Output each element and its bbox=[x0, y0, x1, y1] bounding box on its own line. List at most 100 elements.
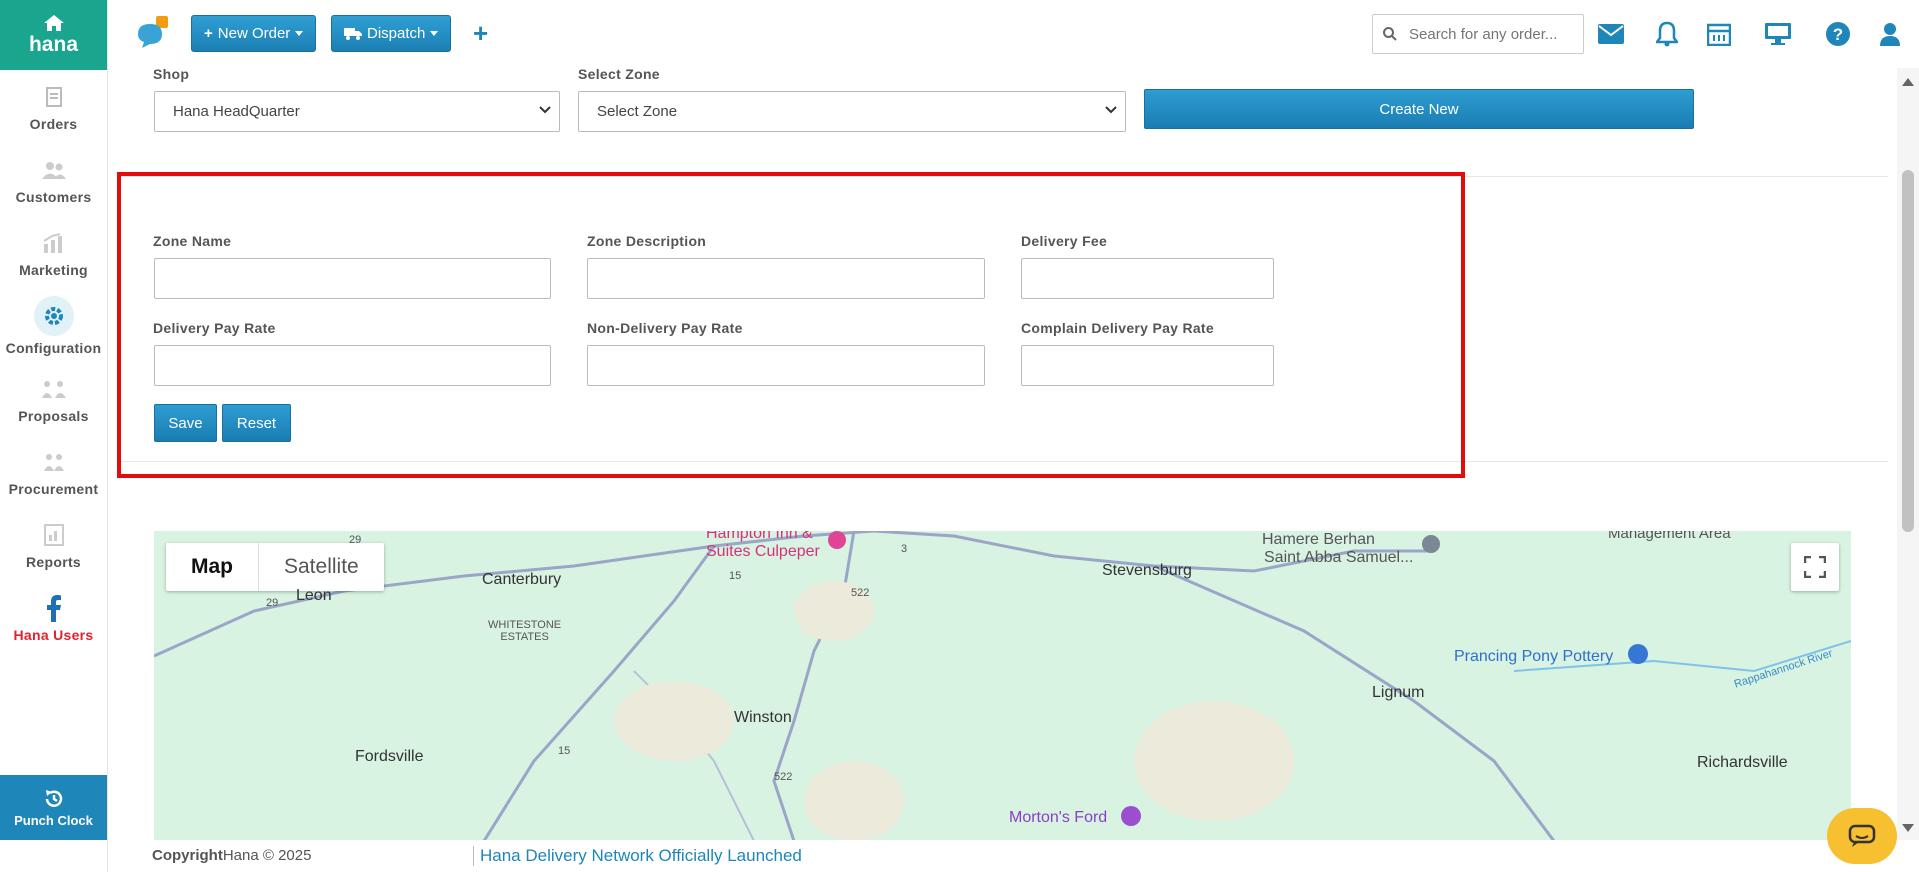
sidebar-item-label: Reports bbox=[26, 553, 81, 570]
proposals-icon bbox=[39, 374, 69, 404]
shop-select-value: Hana HeadQuarter bbox=[173, 103, 300, 120]
shopping-icon bbox=[1628, 644, 1648, 664]
envelope-icon[interactable] bbox=[1597, 20, 1625, 48]
sidebar-item-orders[interactable]: Orders bbox=[0, 70, 107, 143]
new-order-button[interactable]: + New Order bbox=[191, 15, 317, 52]
shop-label: Shop bbox=[153, 66, 190, 82]
home-icon bbox=[43, 15, 64, 31]
reports-icon bbox=[39, 520, 69, 550]
complain-delivery-pay-rate-input[interactable] bbox=[1021, 345, 1274, 386]
monitor-icon[interactable] bbox=[1764, 20, 1792, 48]
zone-select-value: Select Zone bbox=[597, 103, 678, 120]
bell-icon[interactable] bbox=[1653, 20, 1681, 48]
sidebar-item-reports[interactable]: Reports bbox=[0, 508, 107, 581]
orders-icon bbox=[39, 82, 69, 112]
chevron-down-icon bbox=[1105, 106, 1117, 114]
calendar-icon[interactable] bbox=[1705, 20, 1733, 48]
zone-description-input[interactable] bbox=[587, 258, 985, 299]
landmark-icon bbox=[1121, 806, 1141, 826]
route-label: 29 bbox=[349, 534, 362, 546]
help-icon[interactable]: ? bbox=[1824, 20, 1852, 48]
create-new-button[interactable]: Create New bbox=[1144, 89, 1694, 129]
chat-logo-icon[interactable] bbox=[136, 16, 170, 50]
shop-select[interactable]: Hana HeadQuarter bbox=[154, 91, 560, 132]
sidebar-item-configuration[interactable]: Configuration bbox=[0, 289, 107, 362]
map[interactable]: Map Satellite Canterbury Leon WHITESTONE… bbox=[154, 531, 1851, 841]
zone-form-highlight bbox=[117, 172, 1465, 478]
user-icon[interactable] bbox=[1876, 20, 1904, 48]
sidebar-item-proposals[interactable]: Proposals bbox=[0, 362, 107, 435]
marketing-icon bbox=[39, 228, 69, 258]
sidebar-item-label: Proposals bbox=[18, 407, 89, 424]
chat-icon bbox=[1848, 824, 1876, 847]
place-label: Leon bbox=[296, 587, 332, 604]
new-order-label: New Order bbox=[217, 25, 291, 42]
zone-label: Select Zone bbox=[578, 66, 660, 82]
fullscreen-icon bbox=[1804, 556, 1826, 578]
customers-icon bbox=[39, 155, 69, 185]
route-label: 3 bbox=[901, 543, 908, 555]
route-label: 522 bbox=[851, 587, 870, 599]
zone-select[interactable]: Select Zone bbox=[578, 91, 1126, 132]
configuration-icon bbox=[33, 295, 74, 336]
dispatch-button[interactable]: Dispatch bbox=[331, 15, 452, 52]
top-bar: + New Order Dispatch + ? bbox=[108, 0, 1919, 68]
satellite-tab[interactable]: Satellite bbox=[258, 543, 384, 591]
place-label: Winston bbox=[734, 709, 792, 726]
sidebar-item-customers[interactable]: Customers bbox=[0, 143, 107, 216]
save-button[interactable]: Save bbox=[154, 404, 217, 442]
non-delivery-pay-rate-input[interactable] bbox=[587, 345, 985, 386]
zone-name-input[interactable] bbox=[154, 258, 551, 299]
punch-clock-button[interactable]: Punch Clock bbox=[0, 775, 107, 840]
scroll-up-icon[interactable] bbox=[1902, 78, 1914, 86]
church-icon bbox=[1422, 535, 1440, 553]
clock-history-icon bbox=[45, 789, 62, 807]
delivery-fee-input[interactable] bbox=[1021, 258, 1274, 299]
sidebar-item-label: Configuration bbox=[5, 339, 102, 356]
non-delivery-pay-rate-label: Non-Delivery Pay Rate bbox=[587, 320, 743, 336]
place-label: Prancing Pony Pottery bbox=[1454, 648, 1614, 665]
sidebar-item-marketing[interactable]: Marketing bbox=[0, 216, 107, 289]
place-label: Hamere Berhan bbox=[1262, 531, 1375, 548]
sidebar-item-label: Marketing bbox=[19, 261, 88, 278]
plus-icon: + bbox=[204, 25, 213, 42]
footer: CopyrightHana © 2025 Hana Delivery Netwo… bbox=[108, 840, 1919, 872]
hotel-icon bbox=[828, 531, 846, 549]
delivery-pay-rate-input[interactable] bbox=[154, 345, 551, 386]
search-input[interactable] bbox=[1407, 24, 1581, 44]
map-tab[interactable]: Map bbox=[166, 543, 258, 591]
chevron-down-icon bbox=[539, 106, 551, 114]
brand-name: hana bbox=[28, 33, 78, 56]
route-label: 522 bbox=[774, 771, 793, 783]
place-label: Richardsville bbox=[1697, 754, 1788, 771]
map-roads bbox=[154, 531, 1851, 841]
sidebar-item-hana-users[interactable]: Hana Users bbox=[0, 581, 107, 654]
sidebar: hana Orders Customers Marketing Configur… bbox=[0, 0, 108, 872]
place-label: Saint Abba Samuel... bbox=[1264, 549, 1414, 566]
copyright-text: CopyrightHana © 2025 bbox=[152, 847, 312, 864]
dispatch-label: Dispatch bbox=[367, 25, 426, 42]
add-plus-icon[interactable]: + bbox=[473, 18, 488, 49]
page-scrollbar[interactable] bbox=[1897, 68, 1919, 840]
reset-button[interactable]: Reset bbox=[222, 404, 291, 442]
place-label: Management Area bbox=[1608, 531, 1731, 542]
caret-down-icon bbox=[295, 31, 304, 36]
scrollbar-thumb[interactable] bbox=[1902, 170, 1914, 532]
chat-support-button[interactable] bbox=[1827, 808, 1897, 864]
search-box bbox=[1372, 14, 1584, 54]
svg-text:?: ? bbox=[1833, 25, 1843, 44]
sidebar-item-procurement[interactable]: Procurement bbox=[0, 435, 107, 508]
route-label: 15 bbox=[729, 570, 742, 582]
home-logo[interactable]: hana bbox=[0, 0, 107, 70]
place-label: Morton's Ford bbox=[1009, 809, 1108, 826]
fullscreen-button[interactable] bbox=[1791, 543, 1839, 591]
map-type-toggle: Map Satellite bbox=[166, 543, 384, 591]
route-label: 15 bbox=[558, 745, 571, 757]
place-label: Stevensburg bbox=[1102, 562, 1192, 579]
complain-delivery-pay-rate-label: Complain Delivery Pay Rate bbox=[1021, 320, 1214, 336]
news-link[interactable]: Hana Delivery Network Officially Launche… bbox=[473, 846, 802, 866]
zone-name-label: Zone Name bbox=[153, 233, 232, 249]
route-label: 29 bbox=[266, 597, 279, 609]
sidebar-item-label: Customers bbox=[15, 188, 92, 205]
scroll-down-icon[interactable] bbox=[1902, 824, 1914, 832]
